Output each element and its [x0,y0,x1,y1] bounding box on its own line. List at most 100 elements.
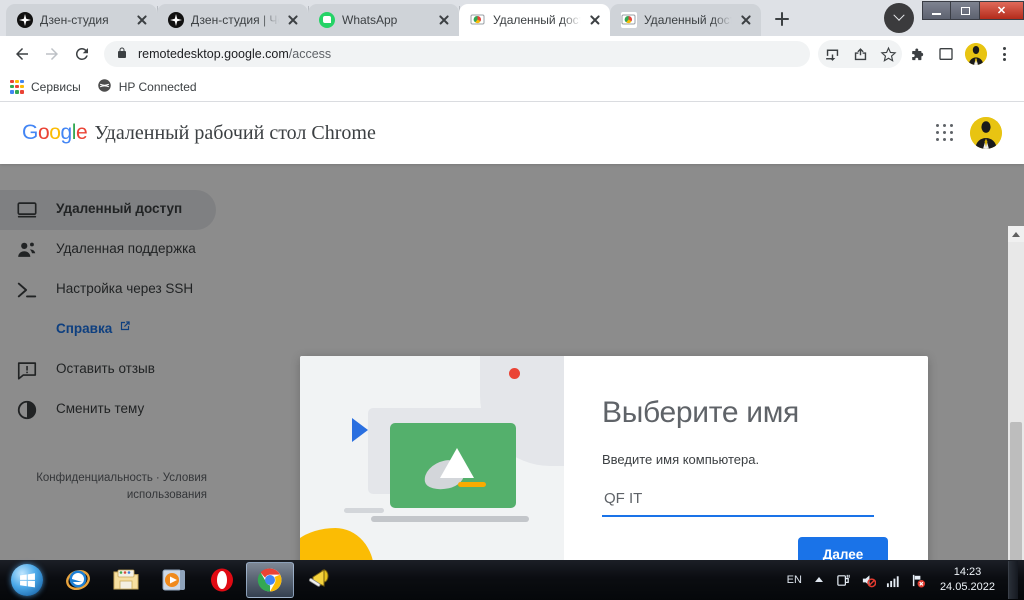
illustration-yellow-blob-left [300,528,374,560]
help-link[interactable]: Справка [56,319,132,338]
scrollbar-thumb[interactable] [1010,422,1022,560]
url-host: remotedesktop.google.com [138,47,289,61]
star-icon[interactable] [874,40,902,68]
power-plug-icon[interactable] [836,572,852,588]
account-avatar[interactable] [970,117,1002,149]
browser-tab[interactable]: Дзен-студия | Че [157,4,308,36]
theme-contrast-icon [16,399,38,421]
dzen-icon [17,12,33,28]
taskbar-item-media-player[interactable] [150,561,198,599]
page-title: Удаленный рабочий стол Chrome [94,121,376,144]
minimize-button[interactable] [922,1,951,20]
start-button[interactable] [0,561,54,599]
google-apps-grid-icon[interactable] [936,124,954,142]
computer-name-input[interactable] [602,485,874,517]
address-bar[interactable]: remotedesktop.google.com/access [104,41,810,67]
clock-time: 14:23 [953,566,982,579]
puzzle-piece-icon[interactable] [903,40,931,68]
sidebar: Удаленный доступ Удаленная поддержка Нас… [0,190,230,430]
hp-connected-icon [97,78,112,96]
maximize-button[interactable] [951,1,980,20]
tab-title: Дзен-студия | Че [191,13,279,27]
lock-icon [116,47,128,62]
sidebar-item-remote-support[interactable]: Удаленная поддержка [0,230,230,270]
browser-tab[interactable]: Удаленный досту [610,4,761,36]
volume-muted-icon[interactable] [861,572,877,588]
reload-icon[interactable] [68,40,96,68]
bookmark-label: HP Connected [118,79,197,94]
terminal-icon [16,279,38,301]
remote-desktop-illustration [300,356,564,560]
profile-avatar[interactable] [965,43,987,65]
next-button[interactable]: Далее [798,537,888,560]
taskbar-clock[interactable]: 14:23 24.05.2022 [936,565,999,595]
install-app-icon[interactable] [818,40,846,68]
side-panel-icon[interactable] [932,40,960,68]
google-logo: Google [22,121,88,144]
taskbar-item-opera[interactable] [198,561,246,599]
page-scrollbar[interactable] [1008,226,1024,560]
system-tray: EN 14:23 24.05.2022 [787,561,1024,599]
tab-title: Дзен-студия [40,13,109,27]
tab-strip: Дзен-студия Дзен-студия | Че WhatsApp Уд… [0,0,1024,36]
taskbar-item-megaphone[interactable] [294,561,342,599]
screen: Дзен-студия Дзен-студия | Че WhatsApp Уд… [0,0,1024,600]
choose-name-dialog: Выберите имя Введите имя компьютера. Дал… [300,356,928,560]
browser-tab[interactable]: Дзен-студия [6,4,157,36]
close-icon[interactable] [135,13,149,27]
page-footer-links: Конфиденциальность · Условия использования [0,470,207,505]
network-error-icon[interactable] [911,572,927,588]
illustration-red-dot [509,368,520,379]
sidebar-item-label: Удаленная поддержка [56,241,196,256]
google-apps-grid-icon [10,79,24,94]
windows-taskbar: EN 14:23 24.05.2022 [0,560,1024,600]
show-hidden-icons-arrow[interactable] [811,572,827,588]
show-desktop-button[interactable] [1008,561,1018,599]
browser-tab[interactable]: WhatsApp [308,4,459,36]
windows-start-orb [11,564,43,596]
new-tab-button[interactable] [768,5,796,33]
close-icon[interactable] [739,13,753,27]
toolbar-action-pill [818,40,902,68]
three-dot-menu-icon[interactable] [992,41,1016,67]
sidebar-item-remote-access[interactable]: Удаленный доступ [0,190,216,230]
tab-title: Удаленный досту [644,13,732,27]
close-icon[interactable] [588,13,602,27]
illustration-yellow-line [458,482,486,487]
sidebar-item-help[interactable]: Справка [0,310,230,350]
chrome-remote-desktop-icon [470,12,486,28]
bookmark-item[interactable]: HP Connected [97,78,197,96]
monitor-icon [16,199,38,221]
page-header-actions [936,117,1002,149]
tab-title: WhatsApp [342,13,398,27]
taskbar-item-google-chrome[interactable] [246,562,294,598]
sidebar-item-ssh-setup[interactable]: Настройка через SSH [0,270,230,310]
taskbar-item-file-explorer[interactable] [102,561,150,599]
tab-search-chevron-down-icon[interactable] [884,3,914,33]
close-icon[interactable] [437,13,451,27]
window-controls: ✕ [922,0,1024,36]
scroll-up-arrow-icon[interactable] [1008,226,1024,242]
tab-title: Удаленный досту [493,13,581,27]
close-icon[interactable] [286,13,300,27]
illustration-white-triangle [440,448,474,478]
bookmark-item[interactable]: Сервисы [10,79,81,94]
sidebar-item-label: Сменить тему [56,401,145,416]
back-arrow-icon[interactable] [8,40,36,68]
sidebar-item-change-theme[interactable]: Сменить тему [0,390,230,430]
taskbar-item-internet-explorer[interactable] [54,561,102,599]
privacy-link[interactable]: Конфиденциальность [36,472,153,484]
url-text: remotedesktop.google.com/access [138,47,331,61]
toolbar-actions [818,40,1016,68]
language-indicator[interactable]: EN [787,574,802,586]
people-icon [16,239,38,261]
url-path: /access [288,47,332,61]
web-page: Google Удаленный рабочий стол Chrome Уда… [0,102,1024,560]
sidebar-item-feedback[interactable]: Оставить отзыв [0,350,230,390]
signal-bars-icon[interactable] [886,572,902,588]
close-window-button[interactable]: ✕ [980,1,1024,20]
feedback-icon [16,359,38,381]
illustration-back-bar [344,508,384,513]
share-icon[interactable] [846,40,874,68]
browser-tab-active[interactable]: Удаленный досту [459,4,610,36]
